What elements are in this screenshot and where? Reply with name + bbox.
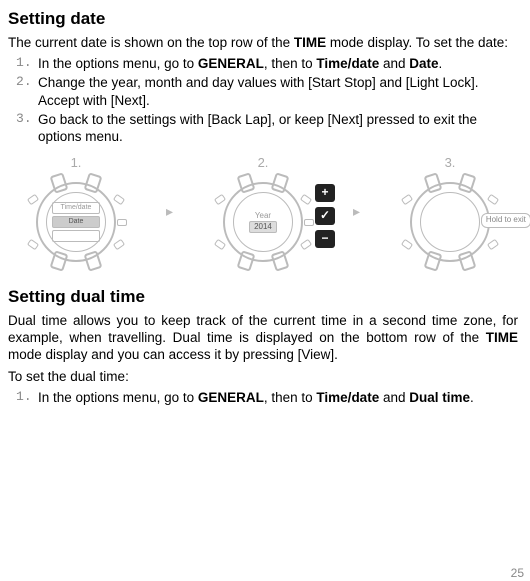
heading-setting-dual-time: Setting dual time: [8, 286, 518, 308]
intro-dual-time: Dual time allows you to keep track of th…: [8, 312, 518, 364]
watch-icon: Hold to exit 2s: [404, 176, 496, 268]
text: .: [470, 390, 474, 405]
bold-date: Date: [409, 56, 438, 71]
text: The current date is shown on the top row…: [8, 35, 294, 50]
bold-dual-time: Dual time: [409, 390, 470, 405]
text: , then to: [264, 56, 317, 71]
steps-setting-date: In the options menu, go to GENERAL, then…: [8, 55, 518, 145]
figure-panel-2: 2. Year 2014 + ✓ −: [217, 155, 309, 268]
text: mode display. To set the date:: [326, 35, 508, 50]
step-1: In the options menu, go to GENERAL, then…: [38, 55, 518, 72]
intro-setting-date: The current date is shown on the top row…: [8, 34, 518, 51]
plus-key-icon: +: [315, 184, 335, 202]
year-label: Year: [255, 211, 271, 221]
text: and: [379, 56, 409, 71]
check-key-icon: ✓: [315, 207, 335, 225]
bold-general: GENERAL: [198, 56, 264, 71]
watch-icon: Time/date Date: [30, 176, 122, 268]
panel-number: 2.: [258, 155, 269, 172]
heading-setting-date: Setting date: [8, 8, 518, 30]
figure-panel-1: 1. Time/date Date: [30, 155, 122, 268]
bold-timedate: Time/date: [316, 390, 379, 405]
side-keys: + ✓ −: [315, 184, 335, 248]
text: Dual time allows you to keep track of th…: [8, 313, 518, 345]
page-number: 25: [511, 566, 524, 581]
watch-icon: Year 2014 + ✓ −: [217, 176, 309, 268]
text: In the options menu, go to: [38, 390, 198, 405]
text: .: [439, 56, 443, 71]
text: mode display and you can access it by pr…: [8, 347, 338, 362]
bold-general: GENERAL: [198, 390, 264, 405]
figure-setting-date: 1. Time/date Date ▸ 2. Year 2014 +: [8, 155, 518, 268]
arrow-icon: ▸: [166, 203, 173, 221]
figure-panel-3: 3. Hold to exit 2s: [404, 155, 496, 268]
to-set-dual-time: To set the dual time:: [8, 368, 518, 385]
menu-row-empty: [52, 230, 100, 242]
year-value: 2014: [249, 221, 277, 233]
steps-dual-time: In the options menu, go to GENERAL, then…: [8, 389, 518, 406]
menu-row-date: Date: [52, 216, 100, 228]
bold-time: TIME: [486, 330, 518, 345]
minus-key-icon: −: [315, 230, 335, 248]
step-1: In the options menu, go to GENERAL, then…: [38, 389, 518, 406]
step-3: Go back to the settings with [Back Lap],…: [38, 111, 518, 146]
panel-number: 3.: [445, 155, 456, 172]
text: In the options menu, go to: [38, 56, 198, 71]
text: and: [379, 390, 409, 405]
step-2: Change the year, month and day values wi…: [38, 74, 518, 109]
hold-to-exit-label: Hold to exit: [481, 213, 530, 227]
panel-number: 1.: [71, 155, 82, 172]
bold-time: TIME: [294, 35, 326, 50]
bold-timedate: Time/date: [316, 56, 379, 71]
arrow-icon: ▸: [353, 203, 360, 221]
menu-row-timedate: Time/date: [52, 202, 100, 214]
text: , then to: [264, 390, 317, 405]
